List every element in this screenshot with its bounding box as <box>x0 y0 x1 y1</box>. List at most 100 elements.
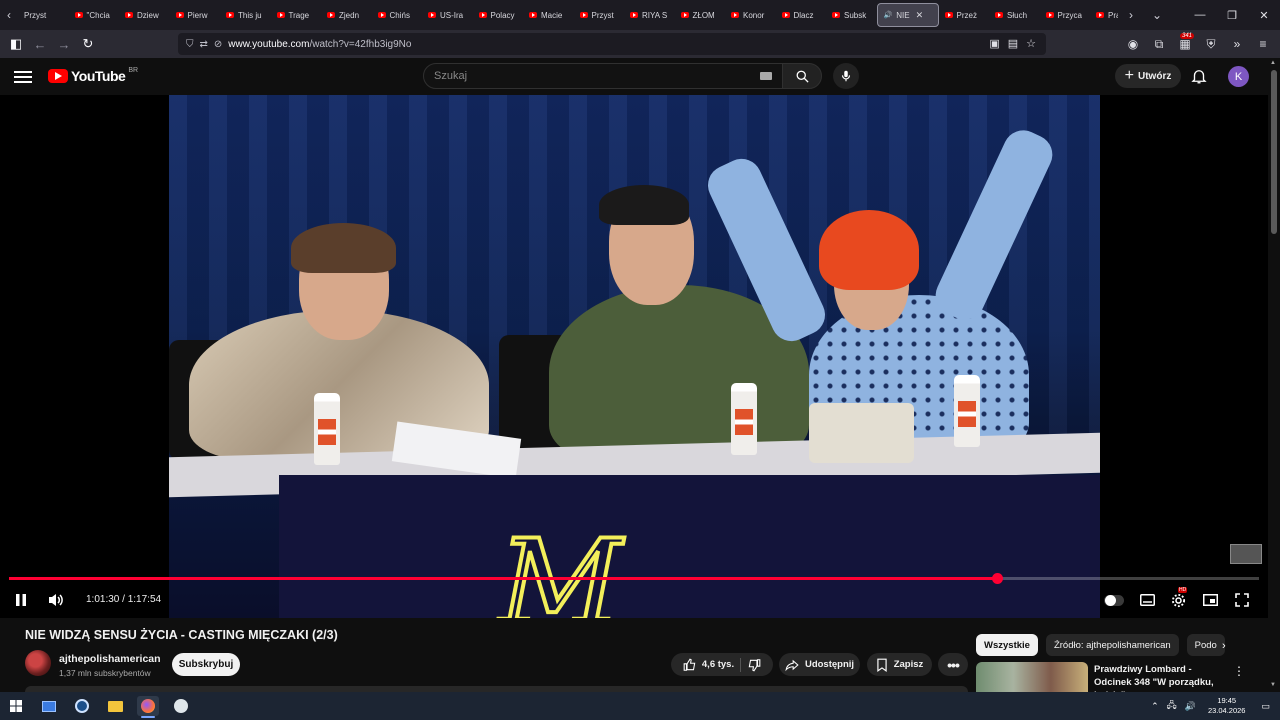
search-input[interactable]: Szukaj <box>423 63 783 89</box>
browser-tab[interactable]: Dlacz <box>776 3 827 27</box>
sidebar-toggle-icon[interactable]: ◧ <box>4 32 28 56</box>
progress-scrubber[interactable] <box>991 573 1003 584</box>
restore-icon[interactable]: ❐ <box>1216 0 1248 30</box>
more-vertical-icon[interactable]: ⋮ <box>1233 664 1245 678</box>
browser-tab[interactable]: "Chcia <box>69 3 120 27</box>
filter-chip[interactable]: Źródło: ajthepolishamerican <box>1045 634 1179 656</box>
no-camera-icon[interactable]: ⊘ <box>214 39 222 50</box>
browser-tab[interactable]: Przyst <box>574 3 625 27</box>
channel-name[interactable]: ajthepolishamerican <box>59 653 161 665</box>
tab-scroll-left-button[interactable]: ‹ <box>0 0 18 30</box>
scroll-up-arrow-icon[interactable]: ▲ <box>1270 60 1276 66</box>
windows-start-icon[interactable] <box>5 696 27 716</box>
voice-search-button[interactable] <box>833 63 859 89</box>
scrollbar-thumb[interactable] <box>1271 70 1277 234</box>
reload-button[interactable]: ↻ <box>76 32 100 56</box>
more-actions-button[interactable]: ••• <box>938 653 968 676</box>
notifications-bell-icon[interactable] <box>1190 67 1208 85</box>
forward-button[interactable]: → <box>52 32 76 56</box>
browser-tab[interactable]: Przyst <box>18 3 69 27</box>
browser-tab[interactable]: ZŁOM <box>675 3 726 27</box>
settings-button[interactable]: HD <box>1168 587 1188 611</box>
back-button[interactable]: ← <box>28 32 52 56</box>
browser-tab[interactable]: Słuch <box>989 3 1040 27</box>
channel-watermark[interactable] <box>1230 544 1262 564</box>
browser-tab[interactable]: Polacy <box>473 3 524 27</box>
tray-chevron-icon[interactable]: ⌃ <box>1151 701 1159 712</box>
browser-tab[interactable]: Przyca <box>1040 3 1091 27</box>
notifications-icon[interactable]: ▭ <box>1261 701 1270 712</box>
filter-chip[interactable]: Podo <box>1186 634 1225 656</box>
youtube-icon <box>680 12 689 18</box>
extensions-icon[interactable]: ⧉ <box>1148 32 1170 56</box>
monitor-app-icon[interactable] <box>38 696 60 716</box>
browser-tab[interactable]: Trage <box>271 3 322 27</box>
guide-menu-icon[interactable] <box>14 68 32 84</box>
channel-avatar[interactable] <box>25 650 51 676</box>
scroll-down-arrow-icon[interactable]: ▼ <box>1270 682 1276 688</box>
menu-icon[interactable]: ≡ <box>1252 32 1274 56</box>
tab-scroll-right-button[interactable]: › <box>1122 0 1140 30</box>
close-window-icon[interactable]: ✕ <box>1248 0 1280 30</box>
subtitles-button[interactable] <box>1137 589 1157 611</box>
app-icon[interactable] <box>170 696 192 716</box>
browser-tab[interactable]: Dziew <box>119 3 170 27</box>
bookmark-star-icon[interactable]: ☆ <box>1026 37 1036 50</box>
fullscreen-button[interactable] <box>1232 589 1252 611</box>
video-frame[interactable]: M <box>169 95 1100 618</box>
tab-close-icon[interactable]: ✕ <box>916 10 924 21</box>
browser-tab[interactable]: This ju <box>220 3 271 27</box>
browser-tab[interactable]: Pierw <box>170 3 221 27</box>
minimize-icon[interactable]: — <box>1184 0 1216 30</box>
url-bar[interactable]: ⛉ ⇄ ⊘ www.youtube.com/watch?v=42fhb3ig9N… <box>178 33 1046 55</box>
tab-list-dropdown-button[interactable]: ⌄ <box>1148 0 1166 30</box>
speaker-tray-icon[interactable]: 🔊 <box>1185 701 1196 712</box>
dislike-button[interactable] <box>747 658 761 672</box>
permissions-icon[interactable]: ⇄ <box>200 39 208 50</box>
share-button[interactable]: Udostępnij <box>779 653 860 676</box>
page-scrollbar[interactable]: ▲ ▼ <box>1268 58 1280 690</box>
browser-tab[interactable]: Konor <box>725 3 776 27</box>
recommendation-thumbnail[interactable] <box>976 662 1088 692</box>
autoplay-toggle[interactable] <box>1104 595 1124 606</box>
save-button[interactable]: Zapisz <box>867 653 932 676</box>
create-button[interactable]: + Utwórz <box>1115 64 1181 88</box>
youtube-logo[interactable]: YouTube BR <box>48 67 138 84</box>
browser-tab[interactable]: Subsk <box>826 3 877 27</box>
account-avatar[interactable]: K <box>1228 66 1249 87</box>
browser-tab[interactable]: Chińs <box>372 3 423 27</box>
shield-icon[interactable]: ⛉ <box>186 39 194 50</box>
pause-button[interactable] <box>12 589 30 611</box>
volume-button[interactable] <box>46 589 66 611</box>
overflow-chevron-icon[interactable]: » <box>1226 32 1248 56</box>
taskbar-clock[interactable]: 19:45 23.04.2026 <box>1208 696 1246 716</box>
reader-view-icon[interactable]: ▤ <box>1008 37 1018 50</box>
subscribe-button[interactable]: Subskrybuj <box>172 653 240 676</box>
network-icon[interactable]: 🖧 <box>1167 698 1177 714</box>
video-player[interactable]: M 1:01:30 / 1:17:54 HD <box>0 95 1268 618</box>
steam-icon[interactable] <box>71 696 93 716</box>
miniplayer-button[interactable] <box>1200 589 1220 611</box>
browser-tab[interactable]: US-Ira <box>422 3 473 27</box>
chevron-right-icon[interactable]: › <box>1222 640 1226 652</box>
browser-tab[interactable]: 🔊 NIE ✕ <box>876 3 939 27</box>
firefox-icon[interactable] <box>137 696 159 718</box>
filter-chip[interactable]: Wszystkie <box>976 634 1038 656</box>
keyboard-icon[interactable] <box>760 72 772 80</box>
youtube-icon <box>781 12 790 18</box>
browser-tab[interactable]: Macie <box>523 3 574 27</box>
file-explorer-icon[interactable] <box>104 696 126 716</box>
browser-tab[interactable]: Zjedn <box>321 3 372 27</box>
like-button[interactable]: 4,6 tys. <box>683 657 734 672</box>
search-button[interactable] <box>782 63 822 89</box>
youtube-icon <box>175 12 184 18</box>
browser-tab[interactable]: Praw <box>1090 3 1118 27</box>
progress-bar[interactable] <box>9 573 1259 584</box>
picture-in-picture-icon[interactable]: ▣ <box>989 37 999 50</box>
ublock-icon[interactable]: ⛨ <box>1200 32 1222 56</box>
media-extension-icon[interactable]: ▦ 341 <box>1174 32 1196 56</box>
browser-tab[interactable]: RIYA S <box>624 3 675 27</box>
vpn-extension-icon[interactable]: ◉ <box>1122 32 1144 56</box>
browser-tab[interactable]: Przeż <box>939 3 990 27</box>
filter-chips: Wszystkie Źródło: ajthepolishamerican Podo <box>976 634 1225 656</box>
